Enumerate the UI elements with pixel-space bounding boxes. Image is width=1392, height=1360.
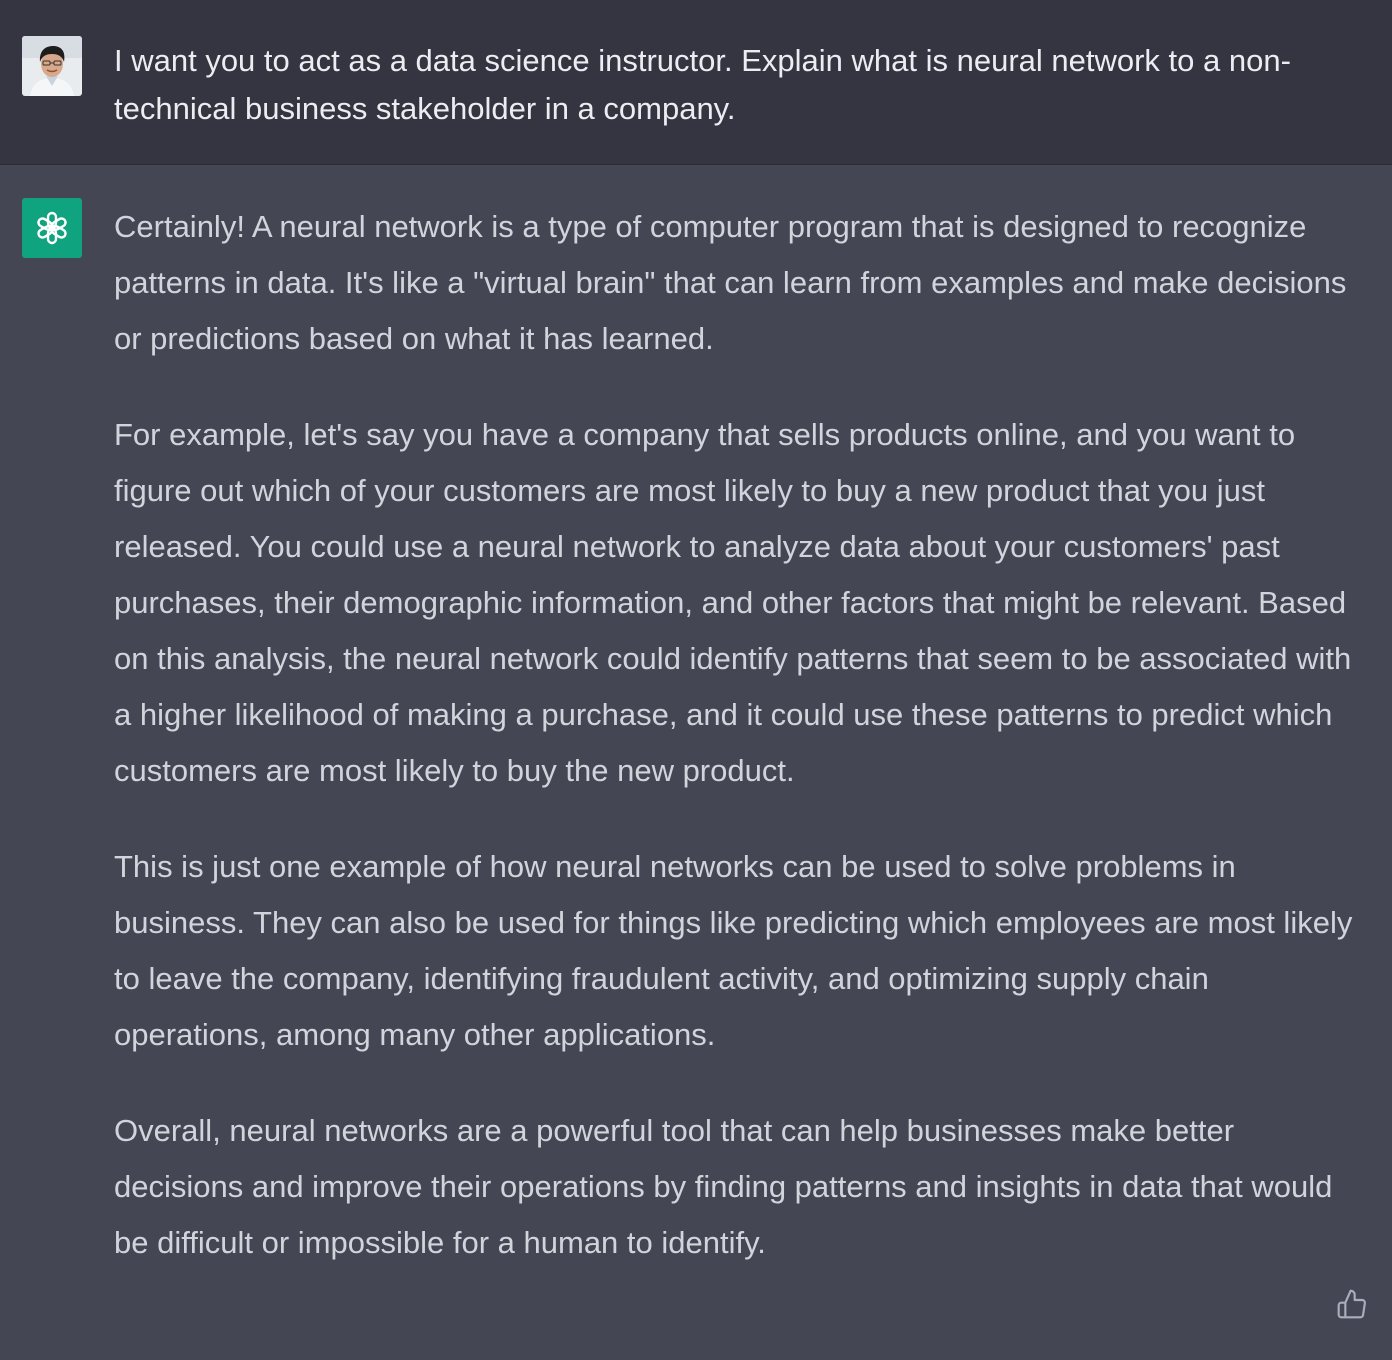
user-message: I want you to act as a data science inst… — [0, 0, 1392, 165]
thumbs-up-icon — [1337, 1289, 1366, 1319]
assistant-paragraph: Certainly! A neural network is a type of… — [114, 209, 1347, 356]
thumbs-up-button[interactable] — [1334, 1286, 1370, 1322]
assistant-message-body: Certainly! A neural network is a type of… — [114, 199, 1354, 1311]
user-message-text: I want you to act as a data science inst… — [114, 43, 1291, 126]
user-avatar-photo-icon — [22, 36, 82, 96]
user-avatar — [22, 36, 82, 96]
assistant-paragraph: Overall, neural networks are a powerful … — [114, 1113, 1333, 1260]
assistant-paragraph: This is just one example of how neural n… — [114, 849, 1353, 1052]
assistant-paragraph: For example, let's say you have a compan… — [114, 417, 1352, 788]
openai-logo-icon — [37, 211, 67, 245]
assistant-avatar — [22, 198, 82, 258]
assistant-message: Certainly! A neural network is a type of… — [0, 165, 1392, 1360]
